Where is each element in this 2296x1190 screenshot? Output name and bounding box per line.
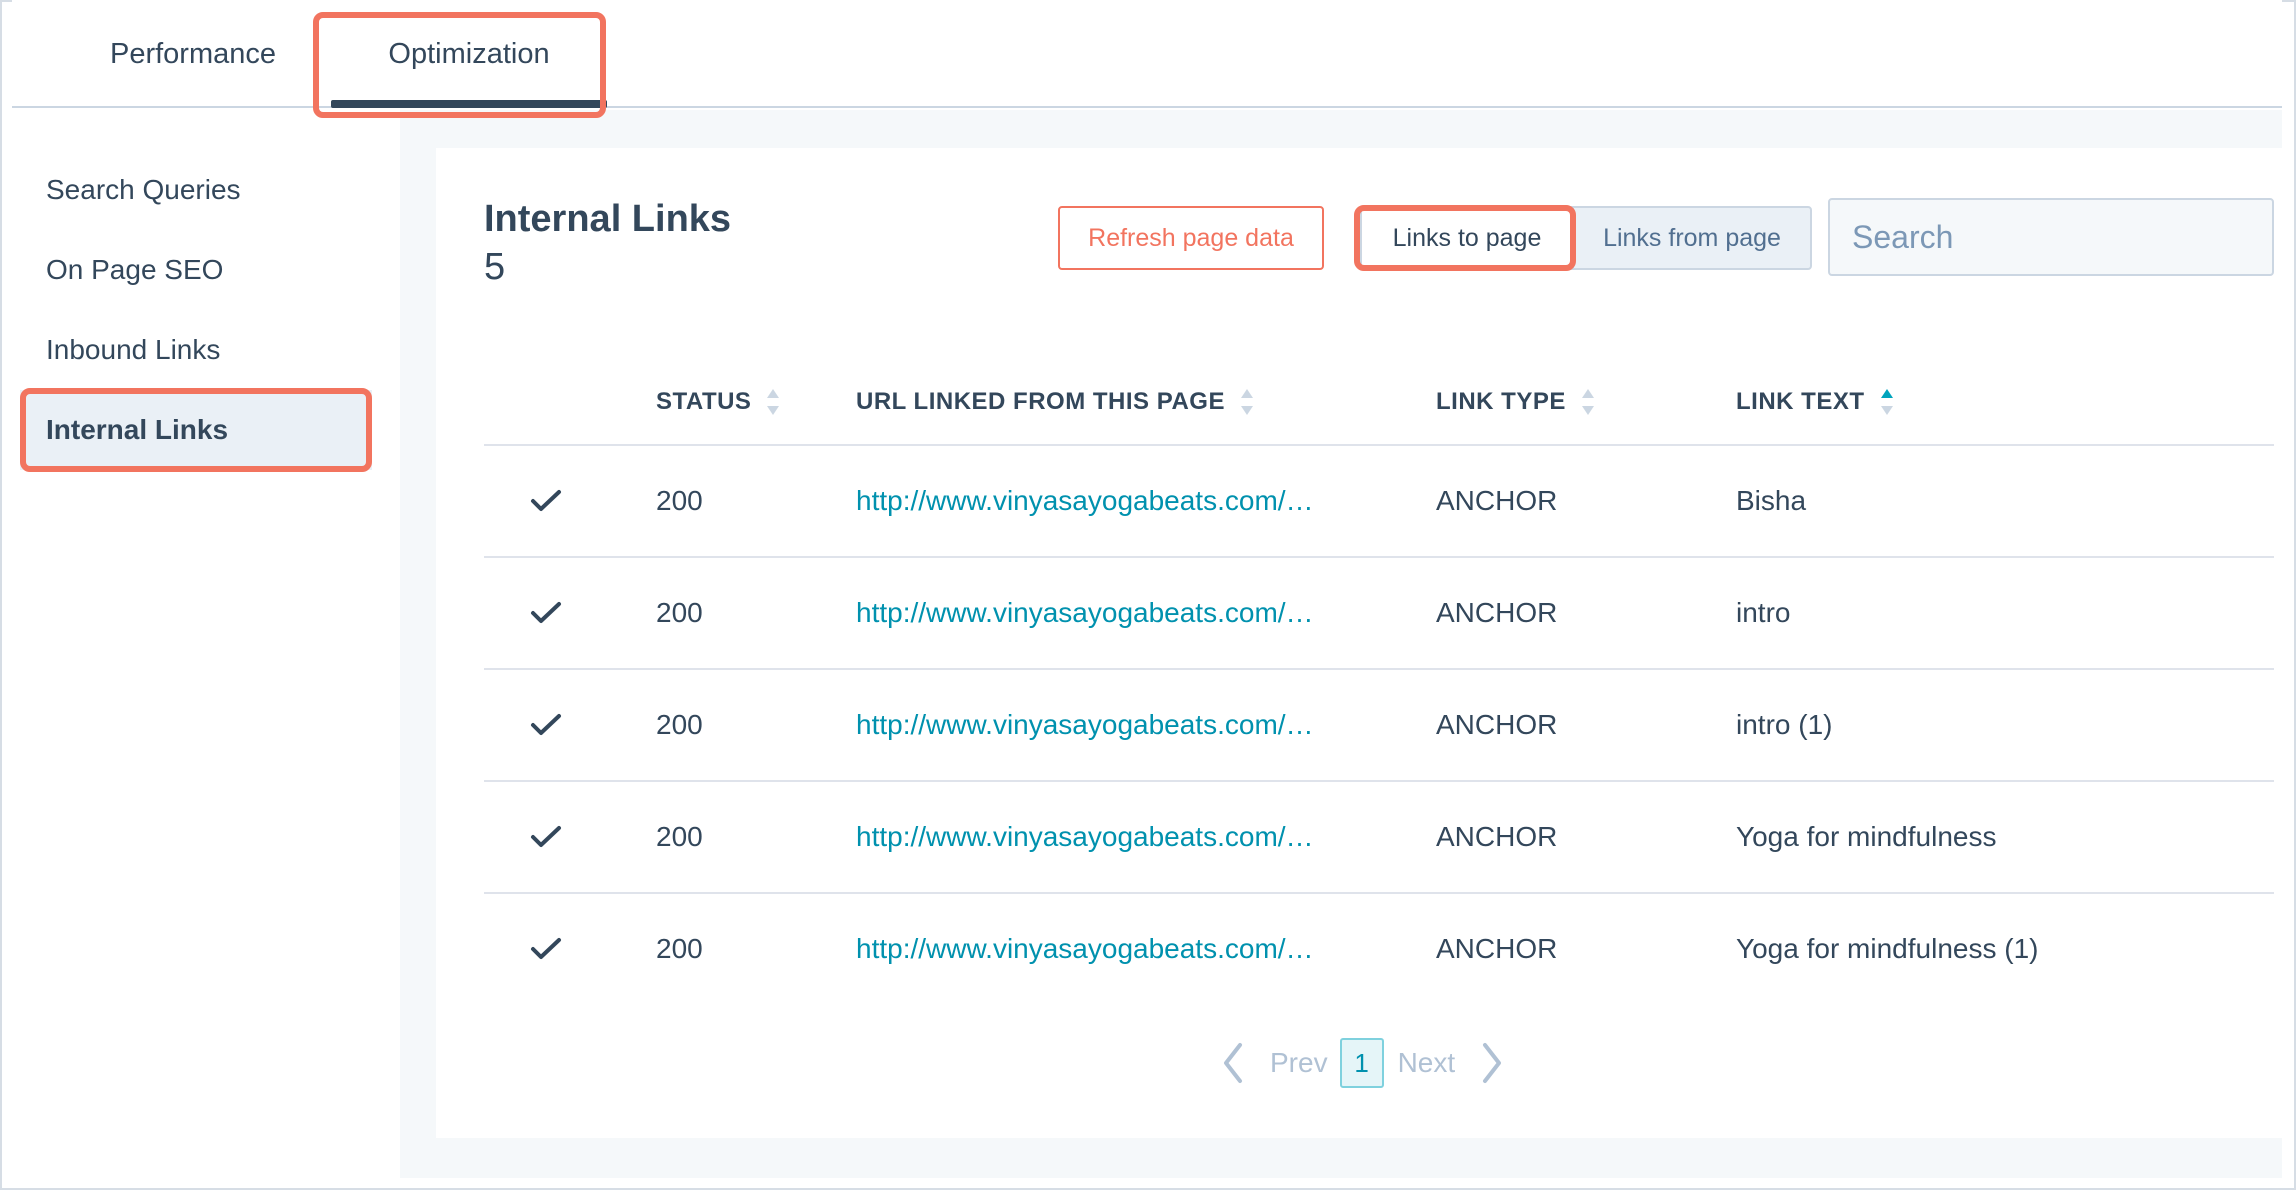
checkmark-icon	[531, 826, 561, 847]
sort-icon	[1240, 389, 1253, 415]
search-input[interactable]	[1852, 218, 2272, 256]
column-header-link-text[interactable]: LINK TEXT	[1736, 360, 1895, 444]
tab-performance[interactable]: Performance	[68, 0, 318, 108]
pagination: Prev 1 Next	[1218, 1036, 1507, 1090]
link-type-cell: ANCHOR	[1436, 597, 1558, 628]
sidebar-item-inbound-links[interactable]: Inbound Links	[20, 310, 372, 390]
header-label: STATUS	[656, 388, 752, 415]
header-label: LINK TYPE	[1436, 388, 1566, 415]
url-link[interactable]: http://www.vinyasayogabeats.com/…	[856, 446, 1346, 556]
checkmark-icon	[531, 714, 561, 735]
link-type-cell: ANCHOR	[1436, 933, 1558, 964]
checkmark-icon	[531, 490, 561, 511]
column-header-status[interactable]: STATUS	[656, 360, 781, 444]
table-row: 200 http://www.vinyasayogabeats.com/… AN…	[484, 558, 2274, 670]
tab-optimization[interactable]: Optimization	[325, 0, 613, 108]
sidebar-item-on-page-seo[interactable]: On Page SEO	[20, 230, 372, 310]
refresh-button-label: Refresh page data	[1088, 223, 1294, 252]
checkmark-icon	[531, 938, 561, 959]
url-link[interactable]: http://www.vinyasayogabeats.com/…	[856, 894, 1346, 1004]
links-to-page-button[interactable]: Links to page	[1360, 206, 1572, 270]
status-cell: 200	[656, 597, 703, 628]
url-link[interactable]: http://www.vinyasayogabeats.com/…	[856, 558, 1346, 668]
links-from-page-button[interactable]: Links from page	[1572, 206, 1812, 270]
sort-icon	[1581, 389, 1594, 415]
status-cell: 200	[656, 709, 703, 740]
link-type-cell: ANCHOR	[1436, 709, 1558, 740]
link-text-cell: intro (1)	[1736, 709, 1833, 740]
status-cell: 200	[656, 485, 703, 516]
chevron-right-icon[interactable]	[1477, 1041, 1507, 1085]
checkmark-icon	[531, 602, 561, 623]
search-field[interactable]	[1828, 198, 2274, 276]
link-text-cell: intro	[1736, 597, 1791, 628]
table-row: 200 http://www.vinyasayogabeats.com/… AN…	[484, 446, 2274, 558]
active-tab-indicator	[331, 100, 607, 108]
link-text-cell: Yoga for mindfulness (1)	[1736, 933, 2039, 964]
url-text: http://www.vinyasayogabeats.com/…	[856, 597, 1314, 628]
sort-ascending-icon	[1880, 389, 1893, 415]
chevron-left-icon[interactable]	[1218, 1041, 1248, 1085]
next-page-button[interactable]: Next	[1398, 1047, 1456, 1079]
column-header-url[interactable]: URL LINKED FROM THIS PAGE	[856, 360, 1255, 444]
url-text: http://www.vinyasayogabeats.com/…	[856, 709, 1314, 740]
links-from-page-label: Links from page	[1603, 223, 1781, 252]
url-text: http://www.vinyasayogabeats.com/…	[856, 933, 1314, 964]
sidebar: Search Queries On Page SEO Inbound Links…	[20, 150, 372, 470]
internal-links-table: STATUS URL LINKED FROM THIS PAGE LINK TY…	[484, 360, 2274, 1006]
table-header: STATUS URL LINKED FROM THIS PAGE LINK TY…	[484, 360, 2274, 446]
url-text: http://www.vinyasayogabeats.com/…	[856, 821, 1314, 852]
table-row: 200 http://www.vinyasayogabeats.com/… AN…	[484, 670, 2274, 782]
sidebar-item-label: Internal Links	[46, 414, 229, 445]
column-header-link-type[interactable]: LINK TYPE	[1436, 360, 1596, 444]
page-number-button[interactable]: 1	[1339, 1038, 1384, 1088]
prev-page-button[interactable]: Prev	[1270, 1047, 1328, 1079]
link-text-cell: Yoga for mindfulness	[1736, 821, 1997, 852]
sidebar-item-label: On Page SEO	[46, 254, 224, 285]
url-link[interactable]: http://www.vinyasayogabeats.com/…	[856, 670, 1346, 780]
table-row: 200 http://www.vinyasayogabeats.com/… AN…	[484, 894, 2274, 1006]
url-link[interactable]: http://www.vinyasayogabeats.com/…	[856, 782, 1346, 892]
table-row: 200 http://www.vinyasayogabeats.com/… AN…	[484, 782, 2274, 894]
link-type-cell: ANCHOR	[1436, 485, 1558, 516]
sidebar-item-label: Search Queries	[46, 174, 241, 205]
tab-performance-label: Performance	[109, 37, 276, 70]
sidebar-item-label: Inbound Links	[46, 334, 221, 365]
url-text: http://www.vinyasayogabeats.com/…	[856, 485, 1314, 516]
tab-optimization-label: Optimization	[388, 37, 550, 70]
link-type-cell: ANCHOR	[1436, 821, 1558, 852]
header-label: LINK TEXT	[1736, 388, 1865, 415]
status-cell: 200	[656, 821, 703, 852]
refresh-page-data-button[interactable]: Refresh page data	[1058, 206, 1324, 270]
links-to-page-label: Links to page	[1392, 223, 1542, 252]
link-text-cell: Bisha	[1736, 485, 1807, 516]
sort-icon	[767, 389, 780, 415]
sidebar-item-search-queries[interactable]: Search Queries	[20, 150, 372, 230]
link-count: 5	[484, 246, 506, 288]
tab-bar: Performance Optimization	[12, 0, 2282, 108]
status-cell: 200	[656, 933, 703, 964]
header-label: URL LINKED FROM THIS PAGE	[856, 388, 1225, 415]
sidebar-item-internal-links[interactable]: Internal Links	[20, 390, 372, 470]
page-title: Internal Links	[484, 198, 732, 240]
